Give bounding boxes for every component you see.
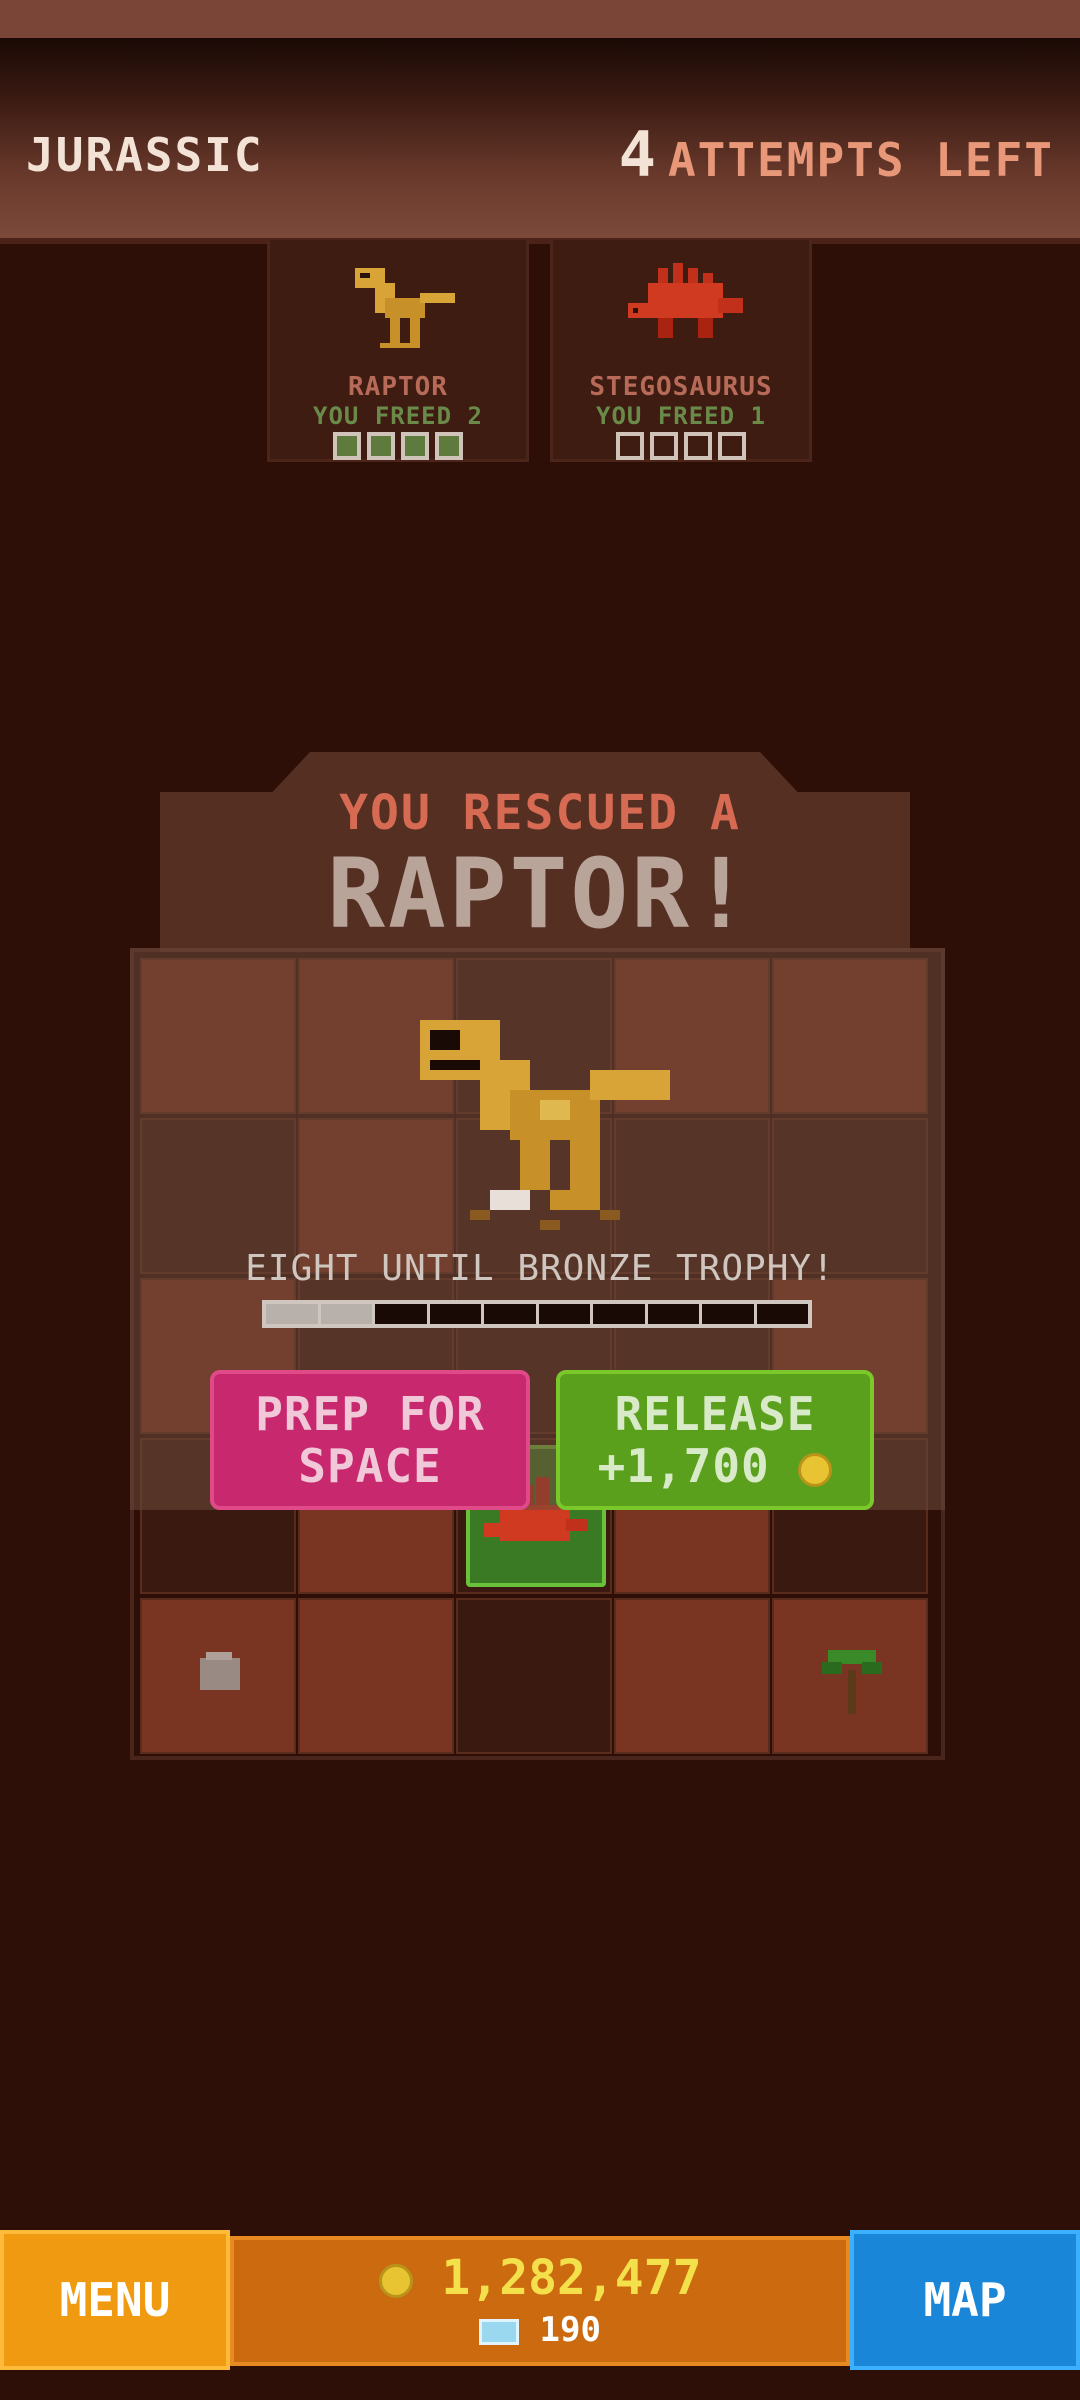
currency-panel: 1,282,477 190 <box>230 2236 850 2366</box>
dino-name: STEGOSAURUS <box>589 372 773 402</box>
dino-name: RAPTOR <box>348 372 448 402</box>
status-bar <box>0 0 1080 38</box>
coin-icon <box>798 1452 833 1487</box>
release-label: RELEASE <box>614 1387 816 1441</box>
dino-freed-count: YOU FREED 2 <box>313 402 483 430</box>
attempts-count: 4 <box>618 118 656 191</box>
pip <box>367 432 395 460</box>
rock-icon <box>200 1652 240 1690</box>
dino-card-raptor[interactable]: RAPTOR YOU FREED 2 <box>267 240 529 462</box>
era-title: JURASSIC <box>26 128 264 182</box>
dig-tile[interactable] <box>772 1598 928 1754</box>
rescue-title: RAPTOR! <box>327 838 753 950</box>
palm-tree-icon <box>822 1650 882 1714</box>
prep-label-line2: SPACE <box>298 1439 442 1493</box>
dino-card-stegosaurus[interactable]: STEGOSAURUS YOU FREED 1 <box>550 240 812 462</box>
dig-tile[interactable] <box>614 1598 770 1754</box>
gem-icon <box>479 2318 520 2345</box>
pip <box>718 432 746 460</box>
prep-for-space-button[interactable]: PREP FOR SPACE <box>210 1370 530 1510</box>
gem-amount: 190 <box>539 2310 601 2350</box>
pip <box>650 432 678 460</box>
menu-button[interactable]: MENU <box>0 2230 230 2370</box>
dino-freed-count: YOU FREED 1 <box>596 402 766 430</box>
gem-balance: 190 <box>234 2310 846 2350</box>
bottom-bar: MENU 1,282,477 190 MAP <box>0 2230 1080 2370</box>
pip <box>401 432 429 460</box>
map-button[interactable]: MAP <box>850 2230 1080 2370</box>
rescue-subtitle: YOU RESCUED A <box>339 785 741 841</box>
trophy-progress-text: EIGHT UNTIL BRONZE TROPHY! <box>245 1248 835 1289</box>
dig-tile[interactable] <box>140 1598 296 1754</box>
coin-icon <box>378 2264 413 2298</box>
stegosaurus-icon <box>628 263 743 338</box>
dig-tile[interactable] <box>456 1598 612 1754</box>
attempts-counter: 4 ATTEMPTS LEFT <box>619 118 1054 191</box>
coin-balance: 1,282,477 <box>234 2250 846 2306</box>
release-reward: +1,700 <box>560 1440 870 1492</box>
coin-amount: 1,282,477 <box>441 2250 702 2306</box>
release-reward-amount: +1,700 <box>597 1439 770 1493</box>
trophy-progress-bar <box>262 1300 812 1328</box>
pip <box>435 432 463 460</box>
dig-tile[interactable] <box>298 1598 454 1754</box>
dino-progress-pips <box>270 432 526 460</box>
prep-label-line1: PREP FOR <box>255 1387 485 1441</box>
trophy-progress-segments <box>266 1304 808 1324</box>
pip <box>616 432 644 460</box>
attempts-label: ATTEMPTS LEFT <box>667 133 1054 187</box>
raptor-icon <box>355 268 455 348</box>
dino-progress-pips <box>553 432 809 460</box>
raptor-icon <box>420 1020 670 1230</box>
release-button[interactable]: RELEASE +1,700 <box>556 1370 874 1510</box>
pip <box>333 432 361 460</box>
pip <box>684 432 712 460</box>
